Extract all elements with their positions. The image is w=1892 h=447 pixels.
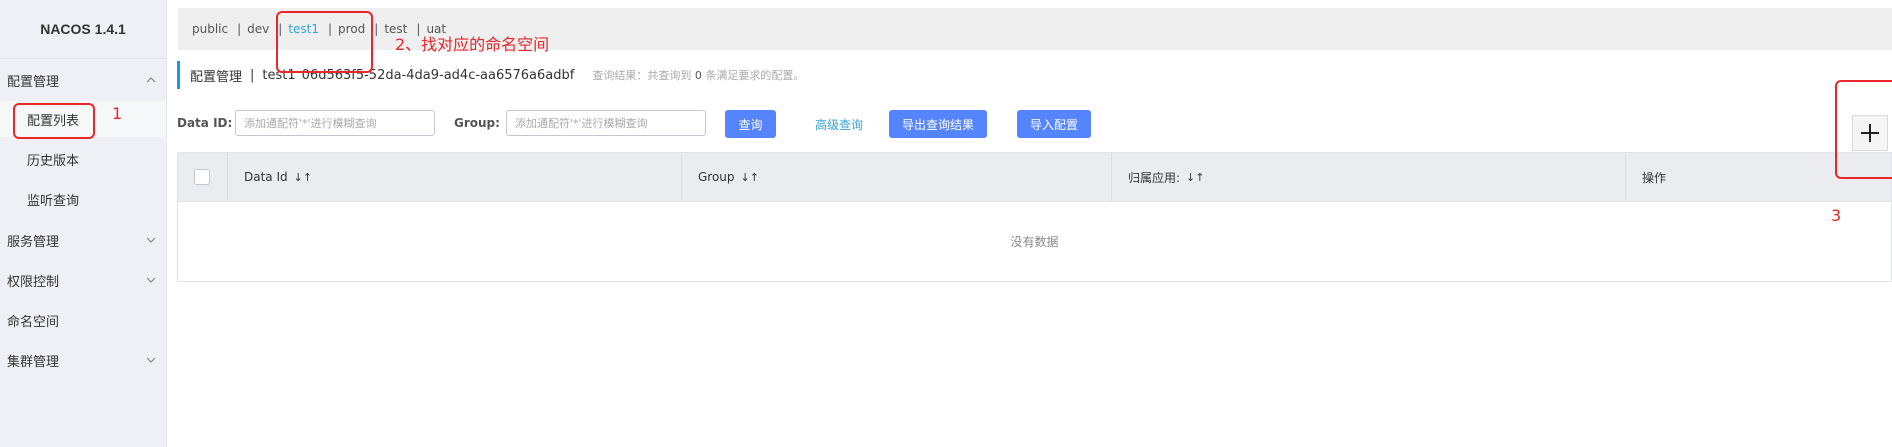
- chevron-down-icon: [146, 277, 156, 283]
- annotation-label-1: 1: [112, 104, 123, 123]
- column-label: Data Id: [244, 170, 288, 184]
- sort-icon[interactable]: ↓↑: [1186, 171, 1204, 184]
- column-label: 归属应用:: [1128, 170, 1181, 185]
- chevron-down-icon: [146, 237, 156, 243]
- sidebar-item-label: 服务管理: [7, 234, 60, 250]
- column-header-app[interactable]: 归属应用: ↓↑: [1112, 153, 1626, 201]
- empty-state: 没有数据: [1010, 234, 1059, 249]
- result-suffix: 条满足要求的配置。: [705, 69, 805, 82]
- column-header-data-id[interactable]: Data Id ↓↑: [228, 153, 682, 201]
- sidebar-item-label: 集群管理: [7, 354, 60, 370]
- namespace-tab-dev[interactable]: dev: [247, 22, 269, 36]
- group-label: Group:: [454, 116, 500, 130]
- advanced-query-link[interactable]: 高级查询: [815, 116, 863, 133]
- sidebar-item-namespace[interactable]: 命名空间: [0, 302, 166, 338]
- select-all-checkbox[interactable]: [194, 169, 210, 185]
- sidebar: NACOS 1.4.1 配置管理 配置列表 历史版本 监听查询 服务管理 权限控…: [0, 0, 167, 447]
- annotation-box-3: [1835, 80, 1892, 179]
- query-button[interactable]: 查询: [725, 110, 776, 138]
- data-id-input[interactable]: [235, 110, 435, 136]
- sidebar-item-label: 监听查询: [27, 193, 80, 209]
- sort-icon[interactable]: ↓↑: [741, 171, 759, 184]
- sidebar-item-label: 命名空间: [7, 314, 60, 330]
- sort-icon[interactable]: ↓↑: [294, 171, 312, 184]
- column-label: 操作: [1642, 170, 1667, 185]
- namespace-separator: |: [374, 22, 379, 36]
- export-results-button[interactable]: 导出查询结果: [889, 110, 987, 138]
- config-table: Data Id ↓↑ Group ↓↑ 归属应用: ↓↑ 操作 没有数据: [177, 152, 1892, 282]
- column-label: Group: [698, 170, 735, 184]
- annotation-label-2: 2、找对应的命名空间: [395, 35, 550, 54]
- title-separator: |: [250, 67, 255, 83]
- group-input[interactable]: [506, 110, 706, 136]
- app-title: NACOS 1.4.1: [0, 0, 166, 59]
- sidebar-item-label: 配置管理: [7, 74, 60, 90]
- page-title: 配置管理: [190, 69, 243, 85]
- query-result-summary: 查询结果：共查询到 0 条满足要求的配置。: [592, 67, 804, 83]
- sidebar-item-config-management[interactable]: 配置管理: [0, 62, 166, 98]
- sidebar-item-access-control[interactable]: 权限控制: [0, 262, 166, 298]
- chevron-up-icon: [146, 77, 156, 83]
- sidebar-item-label: 历史版本: [27, 153, 80, 169]
- chevron-down-icon: [146, 357, 156, 363]
- sidebar-item-label: 权限控制: [7, 274, 60, 290]
- annotation-label-3: 3: [1831, 206, 1842, 225]
- sidebar-item-listener-query[interactable]: 监听查询: [0, 181, 166, 217]
- result-count: 0: [694, 69, 702, 82]
- sidebar-item-cluster-management[interactable]: 集群管理: [0, 342, 166, 378]
- sidebar-item-service-management[interactable]: 服务管理: [0, 222, 166, 258]
- namespace-tab-public[interactable]: public: [192, 22, 228, 36]
- table-header: Data Id ↓↑ Group ↓↑ 归属应用: ↓↑ 操作: [178, 153, 1891, 202]
- import-config-button[interactable]: 导入配置: [1017, 110, 1091, 138]
- annotation-box-1: [13, 103, 95, 139]
- sidebar-item-history[interactable]: 历史版本: [0, 141, 166, 177]
- result-prefix: 查询结果：共查询到: [592, 69, 692, 82]
- namespace-separator: |: [237, 22, 242, 36]
- page-header: 配置管理 | test1 06d563f5-52da-4da9-ad4c-aa6…: [177, 61, 804, 89]
- column-header-group[interactable]: Group ↓↑: [682, 153, 1112, 201]
- data-id-label: Data ID:: [177, 116, 233, 130]
- annotation-box-2: [276, 11, 373, 73]
- select-all-cell: [178, 153, 228, 201]
